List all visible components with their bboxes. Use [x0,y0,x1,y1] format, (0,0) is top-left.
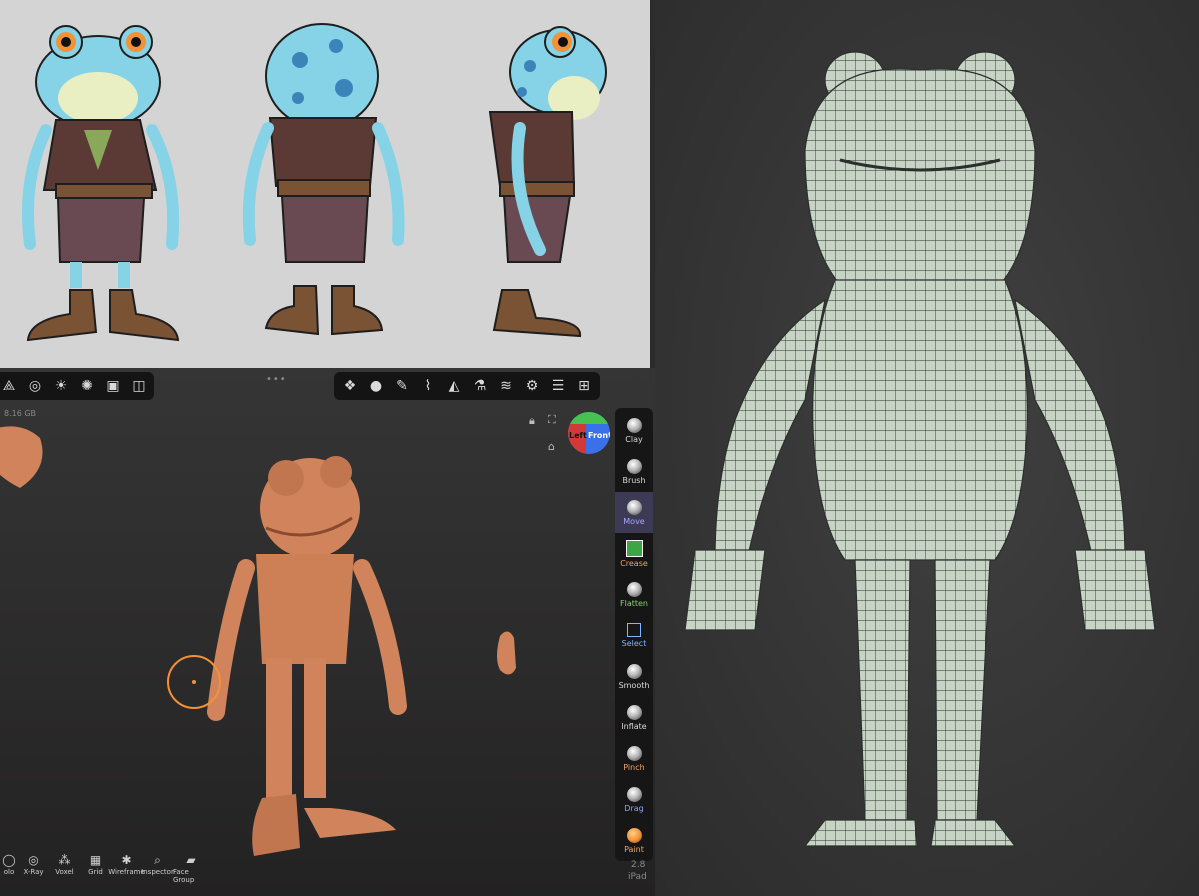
frog-side-view [488,26,607,338]
pinch-brush-icon [626,745,642,761]
voxel-icon: ⁂ [58,853,71,867]
partial-mesh-fragment [0,426,43,488]
tools-grid-icon[interactable]: ⊞ [571,373,597,399]
tool-paint[interactable]: Paint [615,820,653,861]
frog-turnaround-illustration [22,23,607,342]
image-icon[interactable]: ▣ [100,373,126,399]
sliders-icon[interactable]: ☰ [545,373,571,399]
cube-front-face: Front [588,431,610,440]
frog-retopology-mesh [684,51,1156,847]
brush-cursor-ring [167,655,221,709]
grid-icon: ▦ [89,853,102,867]
inspector-icon: ⌕ [154,853,161,867]
smooth-brush-icon [626,663,642,679]
fullscreen-icon[interactable]: ⛶ [548,413,556,427]
orientation-gizmo[interactable]: Left Front [568,412,610,454]
frog-front-view [22,25,180,342]
paint-brush-icon [626,827,642,843]
detached-hand-mesh [497,631,516,675]
flask-icon[interactable]: ⚗ [467,373,493,399]
sculpt-tools-column: Clay Brush Move Crease Flatten Select Sm… [615,408,653,861]
wireframe-toggle[interactable]: ✱ Wireframe [108,852,145,888]
clay-frog-sculpt [207,456,407,856]
device-label: iPad [628,872,647,882]
material-sphere-icon[interactable]: ● [363,373,389,399]
memory-usage: 8.16 GB [4,409,37,418]
tool-brush[interactable]: Brush [615,451,653,492]
frog-back-view [242,23,405,336]
brush-cursor-center [192,680,196,684]
drag-handle[interactable]: ••• [266,374,287,385]
brush-icon[interactable]: ⌇ [415,373,441,399]
drag-brush-icon [626,786,642,802]
tool-drag[interactable]: Drag [615,779,653,820]
flatten-brush-icon [626,581,642,597]
clay-brush-icon [626,417,642,433]
standard-brush-icon [626,458,642,474]
crease-brush-icon [625,539,643,557]
tool-crease[interactable]: Crease [615,533,653,574]
app-version: 2.8 [631,860,646,870]
solo-toggle[interactable]: ◯ olo [0,852,18,888]
xray-icon: ◎ [28,853,39,867]
voxel-toggle[interactable]: ⁂ Voxel [49,852,80,888]
globe-icon[interactable]: ◎ [22,373,48,399]
camera-icon[interactable]: ◫ [126,373,152,399]
xray-toggle[interactable]: ◎ X-Ray [18,852,49,888]
settings-icon[interactable]: ⚙ [519,373,545,399]
tool-select[interactable]: Select [615,615,653,656]
home-icon[interactable]: ⌂ [548,440,555,453]
sculpting-app-panel: ⟁ ◎ ☀ ✺ ▣ ◫ ••• ❖ ● ✎ ⌇ ◭ ⚗ ≋ ⚙ ☰ ⊞ 8.16… [0,368,655,896]
solo-icon: ◯ [2,853,16,867]
tool-move[interactable]: Move [615,492,653,533]
inspector-toggle[interactable]: ⌕ Inspector [141,852,174,888]
select-cube-icon [627,623,641,637]
tool-smooth[interactable]: Smooth [615,656,653,697]
tool-clay[interactable]: Clay [615,410,653,451]
top-left-toolbar: ⟁ ◎ ☀ ✺ ▣ ◫ [0,372,154,400]
tool-flatten[interactable]: Flatten [615,574,653,615]
lock-icon[interactable]: 🔒︎ [529,414,535,428]
tool-pinch[interactable]: Pinch [615,738,653,779]
top-right-toolbar: ❖ ● ✎ ⌇ ◭ ⚗ ≋ ⚙ ☰ ⊞ [334,372,600,400]
cube-left-face: Left [569,431,587,440]
move-brush-icon [626,499,642,515]
face-group-toggle[interactable]: ▰ Face Group [173,852,209,888]
tool-inflate[interactable]: Inflate [615,697,653,738]
face-group-icon: ▰ [186,853,196,867]
concept-art-panel [0,0,650,368]
stamp-icon[interactable]: ❖ [337,373,363,399]
symmetry-icon[interactable]: ◭ [441,373,467,399]
inflate-brush-icon [626,704,642,720]
layers-icon[interactable]: ≋ [493,373,519,399]
scene-icon[interactable]: ⟁ [0,373,22,399]
sculpt-viewport [0,426,516,856]
wireframe-icon: ✱ [121,853,132,867]
wireframe-mesh-panel [655,0,1199,896]
aperture-icon[interactable]: ✺ [74,373,100,399]
sun-icon[interactable]: ☀ [48,373,74,399]
pen-icon[interactable]: ✎ [389,373,415,399]
grid-toggle[interactable]: ▦ Grid [80,852,111,888]
bottom-toolbar: ◯ olo ◎ X-Ray ⁂ Voxel ▦ Grid ✱ Wireframe ⌕ Ins… [0,852,209,888]
